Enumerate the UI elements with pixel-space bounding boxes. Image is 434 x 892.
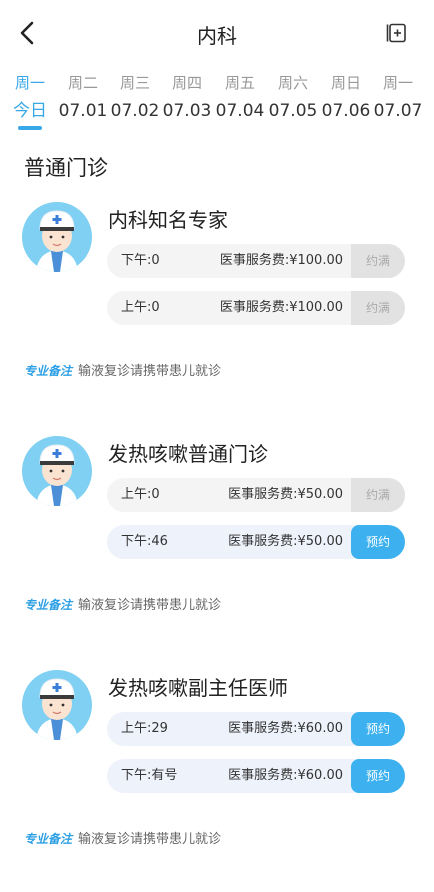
booked-full-button[interactable]: 约满 — [351, 478, 405, 512]
date-label: 07.02 — [110, 101, 160, 121]
date-tab[interactable]: 周三 07.02 — [109, 72, 161, 124]
slot-period: 下午:0 — [121, 253, 160, 268]
doctor-note: 专业备注 输液复诊请携带患儿就诊 — [24, 828, 221, 847]
slot-fee: 医事服务费:¥50.00 — [228, 534, 343, 549]
book-button[interactable]: 预约 — [351, 712, 405, 746]
date-label: 07.05 — [268, 101, 318, 121]
date-tab[interactable]: 周五 07.04 — [214, 72, 266, 124]
book-button[interactable]: 预约 — [351, 759, 405, 793]
date-label: 07.06 — [321, 101, 371, 121]
book-button[interactable]: 预约 — [351, 525, 405, 559]
schedule-slot: 下午:0 医事服务费:¥100.00 约满 — [107, 244, 405, 278]
schedule-slot: 上午:0 医事服务费:¥50.00 约满 — [107, 478, 405, 512]
weekday-label: 周一 — [382, 74, 413, 92]
schedule-slot: 上午:29 医事服务费:¥60.00 预约 — [107, 712, 405, 746]
weekday-label: 周一 — [14, 74, 45, 92]
add-panel-icon — [386, 23, 406, 43]
slot-period: 下午:46 — [121, 534, 168, 549]
date-tab[interactable]: 周日 07.06 — [320, 72, 372, 124]
doctor-avatar-icon — [36, 678, 78, 740]
date-selector: 周一 今日 周二 07.01 周三 07.02 周四 07.03 周五 07.0… — [0, 72, 434, 132]
date-label: 今日 — [13, 101, 47, 121]
date-tab[interactable]: 周一 07.07 — [372, 72, 424, 124]
date-label: 07.07 — [373, 101, 423, 121]
slot-period: 下午:有号 — [121, 768, 178, 783]
page-title: 内科 — [197, 24, 237, 48]
doctor-avatar-icon — [36, 210, 78, 272]
weekday-label: 周三 — [119, 74, 150, 92]
date-tab[interactable]: 周二 07.01 — [57, 72, 109, 124]
doctor-name: 发热咳嗽普通门诊 — [108, 442, 268, 466]
slot-fee: 医事服务费:¥100.00 — [219, 253, 343, 268]
date-tab-today[interactable]: 周一 今日 — [4, 72, 56, 130]
slot-period: 上午:29 — [121, 721, 168, 736]
doctor-name: 发热咳嗽副主任医师 — [108, 676, 288, 700]
note-tag: 专业备注 — [24, 832, 73, 846]
doctor-note: 专业备注 输液复诊请携带患儿就诊 — [24, 594, 221, 613]
schedule-slot: 上午:0 医事服务费:¥100.00 约满 — [107, 291, 405, 325]
date-label: 07.01 — [58, 101, 108, 121]
weekday-label: 周二 — [67, 74, 98, 92]
doctor-avatar — [22, 436, 92, 506]
weekday-label: 周日 — [330, 74, 361, 92]
header: 内科 — [0, 0, 434, 68]
slot-fee: 医事服务费:¥60.00 — [228, 721, 343, 736]
doctor-avatar-icon — [36, 444, 78, 506]
doctor-avatar — [22, 202, 92, 272]
note-text: 输液复诊请携带患儿就诊 — [78, 832, 222, 847]
doctor-avatar — [22, 670, 92, 740]
booked-full-button[interactable]: 约满 — [351, 244, 405, 278]
slot-fee: 医事服务费:¥60.00 — [228, 768, 343, 783]
date-tab[interactable]: 周四 07.03 — [161, 72, 213, 124]
weekday-label: 周四 — [171, 74, 202, 92]
section-title: 普通门诊 — [24, 156, 108, 180]
slot-period: 上午:0 — [121, 300, 160, 315]
slot-period: 上午:0 — [121, 487, 160, 502]
date-label: 07.03 — [162, 101, 212, 121]
doctor-note: 专业备注 输液复诊请携带患儿就诊 — [24, 360, 221, 379]
note-text: 输液复诊请携带患儿就诊 — [78, 598, 222, 613]
weekday-label: 周五 — [224, 74, 255, 92]
weekday-label: 周六 — [277, 74, 308, 92]
panel-button[interactable] — [386, 22, 408, 44]
slot-fee: 医事服务费:¥50.00 — [228, 487, 343, 502]
slot-fee: 医事服务费:¥100.00 — [219, 300, 343, 315]
active-indicator — [18, 126, 42, 130]
schedule-slot: 下午:46 医事服务费:¥50.00 预约 — [107, 525, 405, 559]
note-tag: 专业备注 — [24, 364, 73, 378]
date-label: 07.04 — [215, 101, 265, 121]
booked-full-button[interactable]: 约满 — [351, 291, 405, 325]
note-text: 输液复诊请携带患儿就诊 — [78, 364, 222, 379]
doctor-name: 内科知名专家 — [108, 208, 228, 232]
note-tag: 专业备注 — [24, 598, 73, 612]
date-tab[interactable]: 周六 07.05 — [267, 72, 319, 124]
schedule-slot: 下午:有号 医事服务费:¥60.00 预约 — [107, 759, 405, 793]
